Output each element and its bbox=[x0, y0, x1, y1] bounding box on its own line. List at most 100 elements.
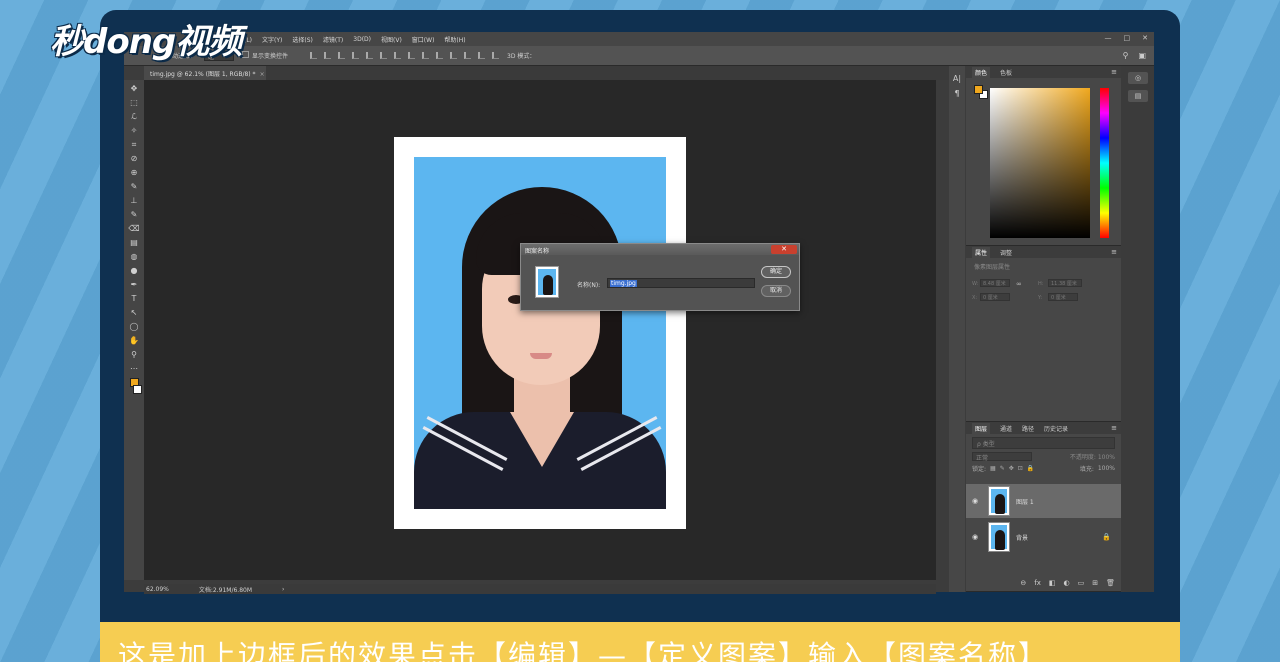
history-brush-tool-icon[interactable]: ✎ bbox=[128, 210, 140, 220]
distribute-icon[interactable] bbox=[450, 52, 458, 59]
blur-tool-icon[interactable]: ◍ bbox=[128, 252, 140, 262]
adjustment-layer-icon[interactable]: ◐ bbox=[1064, 579, 1070, 587]
maximize-button[interactable]: □ bbox=[1124, 34, 1131, 42]
paragraph-panel-icon[interactable]: ¶ bbox=[954, 89, 959, 98]
frame-tool-icon[interactable]: ⊘ bbox=[128, 154, 140, 164]
panel-menu-icon[interactable]: ≡ bbox=[1111, 68, 1117, 76]
new-group-icon[interactable]: ▭ bbox=[1078, 579, 1085, 587]
x-field[interactable]: 0 厘米 bbox=[980, 293, 1010, 301]
distribute-icon[interactable] bbox=[436, 52, 444, 59]
search-icon[interactable]: ⚲ bbox=[1123, 51, 1129, 60]
character-panel-icon[interactable]: A| bbox=[953, 74, 961, 83]
tab-color[interactable]: 颜色 bbox=[972, 66, 991, 78]
status-arrow-icon[interactable]: › bbox=[282, 586, 284, 593]
align-left-icon[interactable] bbox=[310, 52, 318, 59]
align-center-icon[interactable] bbox=[324, 52, 332, 59]
dialog-title-bar[interactable]: 图案名称 ✕ bbox=[521, 244, 799, 255]
menu-select[interactable]: 选择(S) bbox=[292, 35, 313, 44]
height-field[interactable]: 11.38 厘米 bbox=[1048, 279, 1082, 287]
panel-menu-icon[interactable]: ≡ bbox=[1111, 424, 1117, 432]
new-layer-icon[interactable]: ⊞ bbox=[1092, 579, 1098, 587]
layer-style-icon[interactable]: fx bbox=[1034, 579, 1041, 587]
align-bottom-icon[interactable] bbox=[380, 52, 388, 59]
pen-tool-icon[interactable]: ✒ bbox=[128, 280, 140, 290]
tab-paths[interactable]: 路径 bbox=[1022, 424, 1034, 433]
tab-channels[interactable]: 通道 bbox=[1000, 424, 1012, 433]
cancel-button[interactable]: 取消 bbox=[761, 285, 791, 297]
width-field[interactable]: 8.48 厘米 bbox=[980, 279, 1010, 287]
tab-layers[interactable]: 图层 bbox=[972, 422, 991, 434]
tab-history[interactable]: 历史记录 bbox=[1044, 424, 1068, 433]
menu-window[interactable]: 窗口(W) bbox=[412, 35, 435, 44]
dodge-tool-icon[interactable]: ● bbox=[128, 266, 140, 276]
foreground-color-swatch[interactable] bbox=[974, 85, 983, 94]
distribute-icon[interactable] bbox=[408, 52, 416, 59]
menu-view[interactable]: 视图(V) bbox=[381, 35, 402, 44]
distribute-icon[interactable] bbox=[422, 52, 430, 59]
hand-tool-icon[interactable]: ✋ bbox=[128, 336, 140, 346]
align-middle-icon[interactable] bbox=[366, 52, 374, 59]
layer-row[interactable]: ◉ 背景 🔒 bbox=[966, 520, 1121, 554]
tab-adjustments[interactable]: 调整 bbox=[1000, 248, 1012, 257]
menu-filter[interactable]: 滤镜(T) bbox=[323, 35, 343, 44]
link-icon[interactable]: ∞ bbox=[1016, 280, 1022, 288]
more-tools-icon[interactable]: ⋯ bbox=[128, 364, 140, 374]
close-window-button[interactable]: ✕ bbox=[1142, 34, 1148, 42]
menu-type[interactable]: 文字(Y) bbox=[262, 35, 282, 44]
crop-tool-icon[interactable]: ⌗ bbox=[128, 140, 140, 150]
blend-mode-select[interactable]: 正常 bbox=[972, 452, 1032, 462]
panel-menu-icon[interactable]: ≡ bbox=[1111, 248, 1117, 256]
lock-pixels-icon[interactable]: ✎ bbox=[1000, 465, 1005, 472]
tab-properties[interactable]: 属性 bbox=[972, 246, 991, 258]
move-tool-icon[interactable]: ✥ bbox=[128, 84, 140, 94]
layer-filter-search[interactable]: ρ 类型 bbox=[972, 437, 1115, 449]
fill-value[interactable]: 100% bbox=[1098, 465, 1115, 472]
lasso-tool-icon[interactable]: ℒ bbox=[128, 112, 140, 122]
distribute-icon[interactable] bbox=[492, 52, 500, 59]
panel-toggle-icon[interactable]: ◎ bbox=[1128, 72, 1148, 84]
show-transform-checkbox[interactable]: 显示变换控件 bbox=[242, 51, 288, 60]
panel-icon[interactable]: ▤ bbox=[1128, 90, 1148, 102]
eraser-tool-icon[interactable]: ⌫ bbox=[128, 224, 140, 234]
color-picker-field[interactable] bbox=[990, 88, 1090, 238]
menu-help[interactable]: 帮助(H) bbox=[444, 35, 465, 44]
gradient-tool-icon[interactable]: ▤ bbox=[128, 238, 140, 248]
visibility-eye-icon[interactable]: ◉ bbox=[972, 533, 982, 541]
opacity-value[interactable]: 100% bbox=[1098, 454, 1115, 461]
path-select-tool-icon[interactable]: ↖ bbox=[128, 308, 140, 318]
distribute-icon[interactable] bbox=[464, 52, 472, 59]
visibility-eye-icon[interactable]: ◉ bbox=[972, 497, 982, 505]
y-field[interactable]: 0 厘米 bbox=[1048, 293, 1078, 301]
type-tool-icon[interactable]: T bbox=[128, 294, 140, 304]
hue-slider[interactable] bbox=[1100, 88, 1109, 238]
workspace-icon[interactable]: ▣ bbox=[1138, 51, 1146, 60]
distribute-icon[interactable] bbox=[394, 52, 402, 59]
close-tab-icon[interactable]: × bbox=[260, 71, 265, 78]
add-mask-icon[interactable]: ◧ bbox=[1049, 579, 1056, 587]
ok-button[interactable]: 确定 bbox=[761, 266, 791, 278]
shape-tool-icon[interactable]: ◯ bbox=[128, 322, 140, 332]
zoom-level[interactable]: 62.09% bbox=[146, 586, 169, 593]
dialog-close-button[interactable]: ✕ bbox=[771, 245, 797, 254]
marquee-tool-icon[interactable]: ⬚ bbox=[128, 98, 140, 108]
pattern-name-input[interactable]: timg.jpg bbox=[607, 278, 755, 288]
align-top-icon[interactable] bbox=[352, 52, 360, 59]
layer-row[interactable]: ◉ 图层 1 bbox=[966, 484, 1121, 518]
brush-tool-icon[interactable]: ✎ bbox=[128, 182, 140, 192]
link-layers-icon[interactable]: ⊖ bbox=[1020, 579, 1026, 587]
tab-swatches[interactable]: 色板 bbox=[1000, 68, 1012, 77]
minimize-button[interactable]: — bbox=[1105, 34, 1112, 42]
distribute-icon[interactable] bbox=[478, 52, 486, 59]
magic-wand-tool-icon[interactable]: ✧ bbox=[128, 126, 140, 136]
eyedropper-tool-icon[interactable]: ⊕ bbox=[128, 168, 140, 178]
stamp-tool-icon[interactable]: ⊥ bbox=[128, 196, 140, 206]
zoom-tool-icon[interactable]: ⚲ bbox=[128, 350, 140, 360]
document-tab[interactable]: timg.jpg @ 62.1% (图层 1, RGB/8) * × bbox=[144, 66, 266, 80]
lock-artboard-icon[interactable]: ⊡ bbox=[1018, 465, 1023, 472]
canvas-area[interactable]: 图案名称 ✕ 名称(N): timg.jpg 确定 取消 bbox=[144, 80, 936, 580]
lock-position-icon[interactable]: ✥ bbox=[1009, 465, 1014, 472]
background-color-swatch[interactable] bbox=[132, 385, 142, 394]
lock-transparent-icon[interactable]: ▦ bbox=[990, 465, 996, 472]
lock-all-icon[interactable]: 🔒 bbox=[1027, 465, 1034, 472]
align-right-icon[interactable] bbox=[338, 52, 346, 59]
